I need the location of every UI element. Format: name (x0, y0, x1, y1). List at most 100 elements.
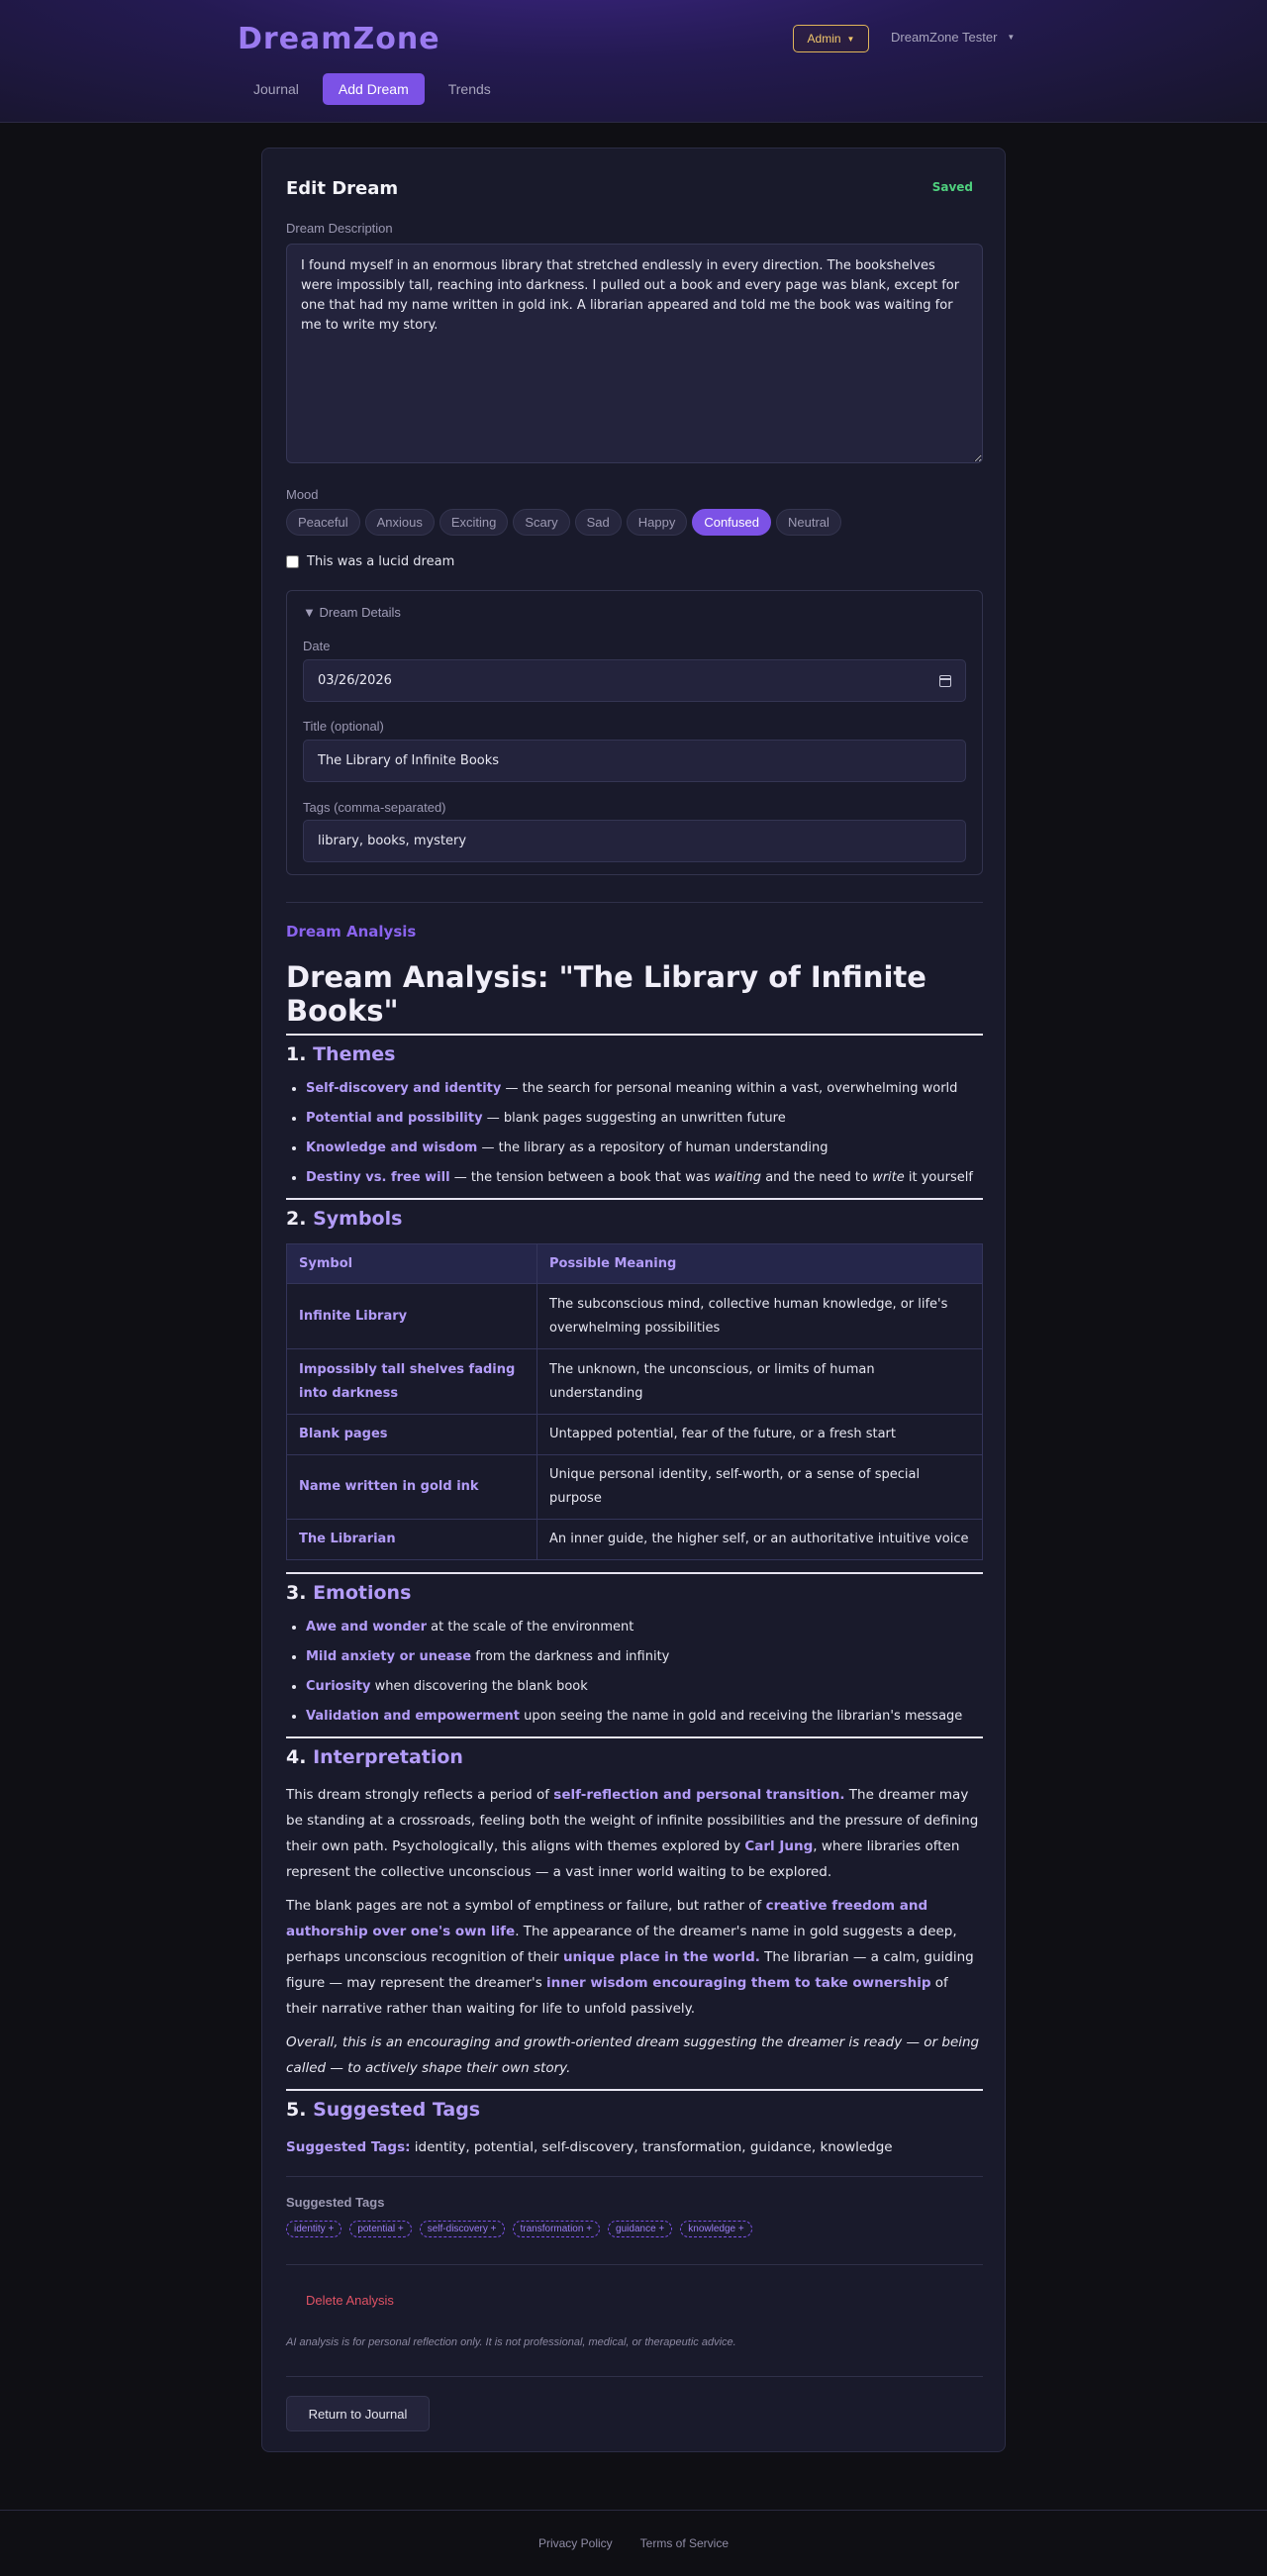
ai-disclaimer: AI analysis is for personal reflection o… (286, 2336, 736, 2348)
section-rule (286, 2089, 983, 2091)
tag-chip-transformation[interactable]: transformation + (512, 2221, 601, 2237)
delete-analysis-button[interactable]: Delete Analysis (306, 2293, 394, 2308)
mood-selector: Peaceful Anxious Exciting Scary Sad Happ… (286, 509, 841, 536)
tag-chip-self-discovery[interactable]: self-discovery + (419, 2221, 505, 2237)
admin-dropdown[interactable]: Admin ▼ (793, 25, 869, 52)
item-emphasis: write (872, 1170, 905, 1185)
privacy-policy-link[interactable]: Privacy Policy (538, 2536, 613, 2550)
list-item: Knowledge and wisdom — the library as a … (306, 1139, 983, 1158)
themes-title: Themes (313, 1043, 396, 1065)
lucid-label: This was a lucid dream (307, 554, 455, 569)
item-text: upon seeing the name in gold and receivi… (520, 1709, 963, 1724)
suggested-tag-chips: identity + potential + self-discovery + … (286, 2221, 752, 2237)
paragraph-text: The blank pages are not a symbol of empt… (286, 1898, 766, 1914)
list-item: Potential and possibility — blank pages … (306, 1109, 983, 1129)
footer-links: Privacy Policy Terms of Service (0, 2536, 1267, 2550)
suggested-tags-text: Suggested Tags: identity, potential, sel… (286, 2134, 983, 2160)
mood-peaceful[interactable]: Peaceful (286, 509, 360, 536)
lucid-checkbox[interactable] (286, 555, 299, 568)
section-rule (286, 1736, 983, 1738)
tag-chip-potential[interactable]: potential + (349, 2221, 412, 2237)
list-item: Curiosity when discovering the blank boo… (306, 1677, 983, 1697)
title-value: The Library of Infinite Books (318, 753, 500, 768)
suggested-tags-heading: 5. Suggested Tags (286, 2099, 983, 2121)
mood-anxious[interactable]: Anxious (364, 509, 435, 536)
calendar-icon[interactable] (939, 674, 951, 687)
mood-label: Mood (286, 487, 319, 502)
tags-input[interactable]: library, books, mystery (303, 820, 966, 862)
divider (286, 902, 983, 903)
list-item: Self-discovery and identity — the search… (306, 1079, 983, 1099)
analysis-heading: Dream Analysis: "The Library of Infinite… (286, 960, 983, 1036)
meaning-cell: An inner guide, the higher self, or an a… (536, 1519, 983, 1560)
interpretation-num: 4. (286, 1746, 307, 1768)
mood-sad[interactable]: Sad (574, 509, 622, 536)
date-input[interactable]: 03/26/2026 (303, 659, 966, 702)
interpretation-heading: 4. Interpretation (286, 1746, 983, 1768)
themes-num: 1. (286, 1043, 307, 1065)
terms-of-service-link[interactable]: Terms of Service (640, 2536, 729, 2550)
top-navigation-bar: DreamZone Journal Add Dream Trends Admin… (0, 0, 1267, 123)
save-status: Saved (931, 180, 973, 194)
mood-exciting[interactable]: Exciting (439, 509, 509, 536)
edit-dream-card: Edit Dream Saved Dream Description I fou… (261, 148, 1006, 2452)
title-label: Title (optional) (303, 719, 384, 734)
suggested-tags-panel-label: Suggested Tags (286, 2195, 385, 2210)
divider (286, 2264, 983, 2265)
mood-confused[interactable]: Confused (692, 509, 771, 536)
date-label: Date (303, 639, 331, 653)
section-rule (286, 1572, 983, 1574)
tag-chip-guidance[interactable]: guidance + (608, 2221, 673, 2237)
nav-journal[interactable]: Journal (238, 73, 315, 105)
lucid-dream-toggle[interactable]: This was a lucid dream (286, 554, 454, 569)
item-text: — the tension between a book that was (449, 1170, 715, 1185)
interpretation-title: Interpretation (313, 1746, 463, 1768)
item-text: and the need to (761, 1170, 873, 1185)
themes-list: Self-discovery and identity — the search… (286, 1079, 983, 1188)
description-label: Dream Description (286, 221, 393, 236)
table-row: Name written in gold ink Unique personal… (286, 1454, 983, 1520)
mood-scary[interactable]: Scary (513, 509, 570, 536)
item-text: — blank pages suggesting an unwritten fu… (482, 1111, 786, 1126)
item-strong: Destiny vs. free will (306, 1170, 450, 1185)
item-strong: Self-discovery and identity (306, 1081, 502, 1096)
item-text: from the darkness and infinity (471, 1649, 670, 1664)
symbol-cell: The Librarian (286, 1519, 537, 1560)
suggested-tags-values: identity, potential, self-discovery, tra… (410, 2139, 893, 2155)
table-row: Infinite Library The subconscious mind, … (286, 1283, 983, 1349)
table-row: Impossibly tall shelves fading into dark… (286, 1348, 983, 1415)
list-item: Awe and wonder at the scale of the envir… (306, 1618, 983, 1637)
user-name: DreamZone Tester (891, 30, 998, 45)
app-logo[interactable]: DreamZone (238, 22, 440, 56)
dream-details-toggle[interactable]: ▼ Dream Details (303, 605, 401, 620)
page-footer: Privacy Policy Terms of Service (0, 2510, 1267, 2576)
nav-trends[interactable]: Trends (433, 73, 507, 105)
interpretation-paragraph-2: The blank pages are not a symbol of empt… (286, 1893, 983, 2022)
paragraph-strong: self-reflection and personal transition. (553, 1787, 845, 1803)
nav-add-dream[interactable]: Add Dream (322, 73, 425, 105)
return-to-journal-button[interactable]: Return to Journal (286, 2396, 430, 2431)
symbols-table: Symbol Possible Meaning Infinite Library… (286, 1243, 983, 1560)
paragraph-strong: Carl Jung (744, 1838, 814, 1854)
tags-label: Tags (comma-separated) (303, 800, 446, 815)
themes-heading: 1. Themes (286, 1043, 983, 1065)
user-menu[interactable]: DreamZone Tester ▼ (891, 30, 1015, 45)
interpretation-paragraph-3: Overall, this is an encouraging and grow… (286, 2030, 983, 2081)
title-input[interactable]: The Library of Infinite Books (303, 740, 966, 782)
emotions-title: Emotions (313, 1582, 412, 1604)
chevron-down-icon: ▼ (1007, 33, 1016, 42)
dream-details-panel: ▼ Dream Details Date 03/26/2026 Title (o… (286, 590, 983, 875)
suggested-title: Suggested Tags (313, 2099, 481, 2121)
item-strong: Awe and wonder (306, 1620, 428, 1635)
dream-description-input[interactable]: I found myself in an enormous library th… (286, 244, 983, 463)
list-item: Destiny vs. free will — the tension betw… (306, 1168, 983, 1188)
mood-happy[interactable]: Happy (626, 509, 688, 536)
chevron-down-icon: ▼ (846, 34, 855, 44)
tag-chip-knowledge[interactable]: knowledge + (680, 2221, 752, 2237)
mood-neutral[interactable]: Neutral (775, 509, 841, 536)
tag-chip-identity[interactable]: identity + (286, 2221, 342, 2237)
item-strong: Mild anxiety or unease (306, 1649, 472, 1664)
page-title: Edit Dream (286, 178, 399, 199)
emotions-list: Awe and wonder at the scale of the envir… (286, 1618, 983, 1727)
admin-label: Admin (807, 32, 841, 46)
